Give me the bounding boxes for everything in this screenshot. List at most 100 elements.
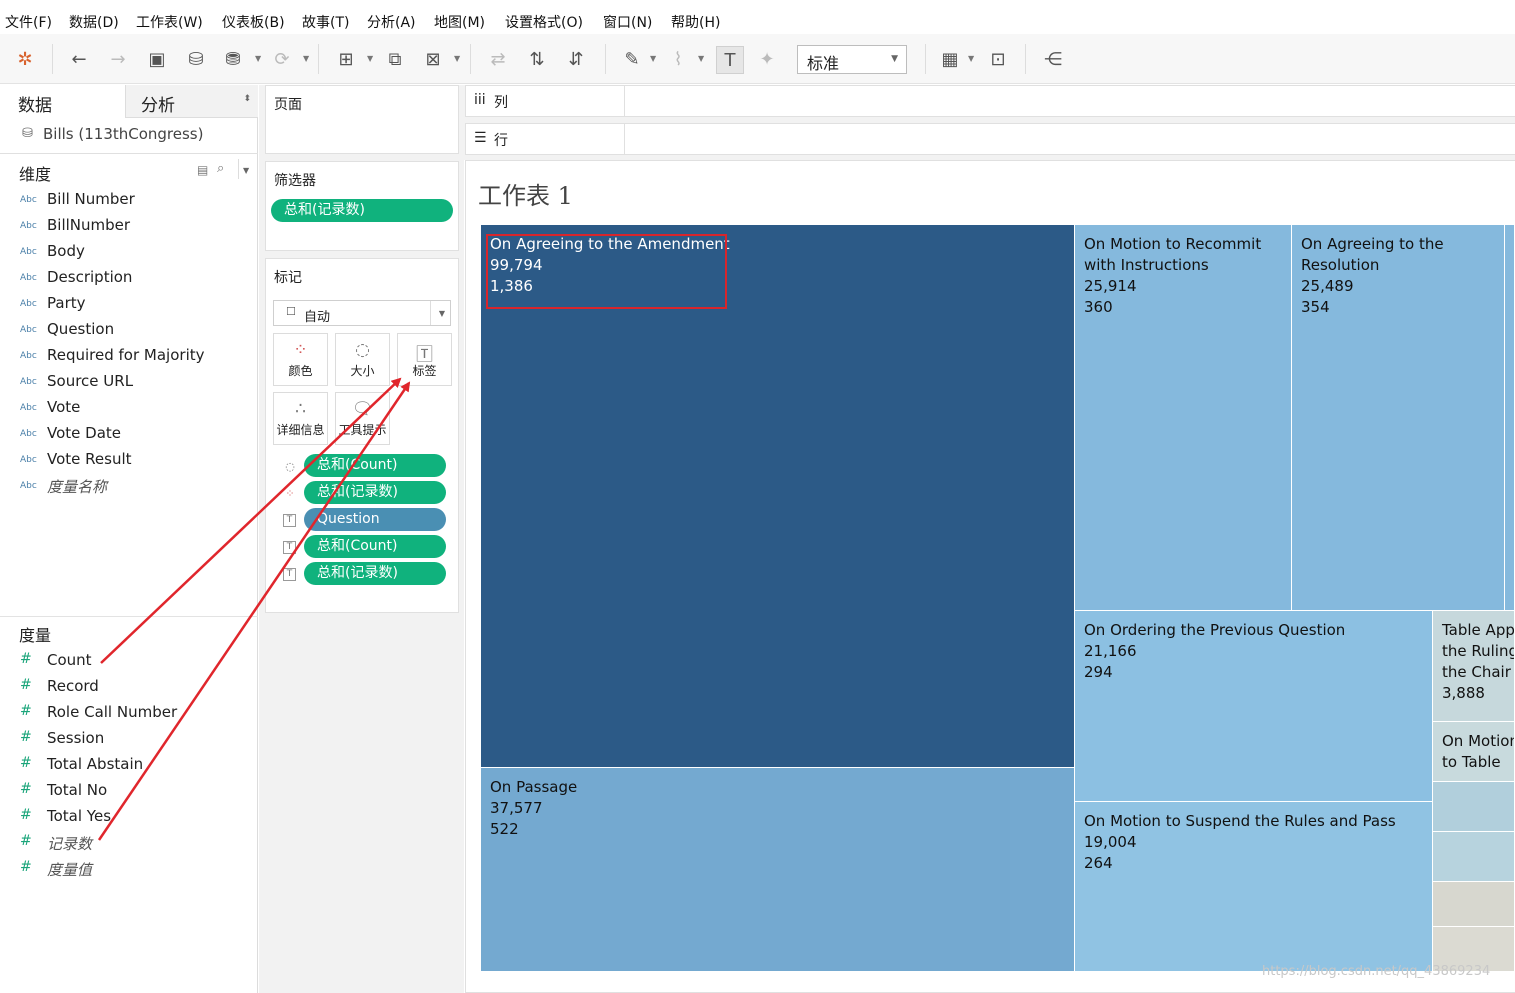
menu-window[interactable]: 窗口(N) <box>603 12 652 32</box>
toolbar: ✲ ← → ▣ ⛁ ⛃ ▼ ⟳ ▼ ⊞ ▼ ⧉ ⊠ ▼ ⇄ ⇅ ⇵ ✎ ▼ ⌇ … <box>0 34 1515 84</box>
label-icon: T <box>283 568 296 581</box>
string-type-icon: Abc <box>20 429 37 439</box>
label-label: 标签 <box>412 364 437 378</box>
treemap-tile[interactable]: On Motion to Recommit with Instructions 2… <box>1075 225 1292 611</box>
fix-axes-icon[interactable]: ✦ <box>754 46 780 72</box>
menu-file[interactable]: 文件(F) <box>5 12 52 32</box>
string-type-icon: Abc <box>20 377 37 387</box>
color-icon: ⁘ <box>285 487 295 500</box>
field-name: Role Call Number <box>47 703 178 721</box>
number-type-icon: # <box>20 755 32 771</box>
treemap-tile[interactable]: On Ordering the Previous Question 21,166 2… <box>1075 611 1433 802</box>
treemap-tile-small[interactable] <box>1433 782 1515 832</box>
size-circles-icon: ◌ <box>355 340 370 360</box>
swap-icon[interactable]: ⇄ <box>485 46 511 72</box>
square-icon: ☐ <box>286 305 296 318</box>
rows-shelf[interactable]: ☰ 行 <box>465 123 1515 155</box>
measures-title: 度量 <box>19 626 52 645</box>
tab-data-label: 数据 <box>18 96 52 116</box>
marks-pill-label-question[interactable]: Question <box>304 508 446 531</box>
treemap-tile[interactable]: Table Appeal of the Ruling of the Chair 3… <box>1433 611 1515 722</box>
sort-ascending-icon[interactable]: ⇅ <box>524 46 550 72</box>
duplicate-sheet-icon[interactable]: ⧉ <box>382 46 408 72</box>
tile-count: 21,166 <box>1084 642 1137 660</box>
marks-pill-label-count[interactable]: 总和(Count) <box>304 535 446 558</box>
marks-pill-label-records[interactable]: 总和(记录数) <box>304 562 446 585</box>
menu-bar: 文件(F) 数据(D) 工作表(W) 仪表板(B) 故事(T) 分析(A) 地图… <box>0 0 1515 34</box>
treemap-tile[interactable]: On Motion to Table <box>1433 722 1515 782</box>
string-type-icon: Abc <box>20 273 37 283</box>
share-icon[interactable]: ⋲ <box>1040 46 1066 72</box>
menu-worksheet[interactable]: 工作表(W) <box>136 12 203 32</box>
columns-shelf[interactable]: iii 列 <box>465 85 1515 117</box>
datasource-icon: ⛁ <box>22 126 33 141</box>
marks-pill-color-records[interactable]: 总和(记录数) <box>304 481 446 504</box>
text-label-icon: 🅃 <box>416 345 433 365</box>
tableau-logo-icon[interactable]: ✲ <box>12 46 38 72</box>
marks-label-button[interactable]: 🅃 标签 <box>397 333 452 386</box>
marks-pill-size-count[interactable]: 总和(Count) <box>304 454 446 477</box>
menu-story[interactable]: 故事(T) <box>302 12 349 32</box>
field-name: Required for Majority <box>47 346 205 364</box>
tile-records: 354 <box>1301 298 1330 316</box>
redo-icon[interactable]: → <box>105 46 131 72</box>
sort-descending-icon[interactable]: ⇵ <box>563 46 589 72</box>
clear-sheet-icon[interactable]: ⊠ <box>420 46 446 72</box>
presentation-icon[interactable]: ⊡ <box>985 46 1011 72</box>
columns-label: 列 <box>494 95 508 111</box>
number-type-icon: # <box>20 651 32 667</box>
pages-card[interactable]: 页面 <box>265 85 459 154</box>
columns-icon: iii <box>474 92 486 108</box>
datasource-name: Bills (113thCongress) <box>43 125 204 143</box>
menu-map[interactable]: 地图(M) <box>434 12 485 32</box>
tab-analysis[interactable]: 分析 ⬍ <box>125 85 258 118</box>
detail-label: 详细信息 <box>276 423 325 437</box>
mark-type-select[interactable]: ☐ 自动 ▼ <box>273 300 451 326</box>
undo-icon[interactable]: ← <box>66 46 92 72</box>
highlight-icon[interactable]: ✎ <box>619 46 645 72</box>
treemap-tile[interactable]: On Motion to Suspend the Rules and Pass 1… <box>1075 802 1433 972</box>
string-type-icon: Abc <box>20 325 37 335</box>
save-icon[interactable]: ▣ <box>144 46 170 72</box>
group-icon[interactable]: ⌇ <box>665 46 691 72</box>
dim-menu-chevron-icon[interactable]: ▼ <box>243 166 249 175</box>
datasource-row[interactable]: ⛁ Bills (113thCongress) <box>0 118 258 154</box>
chevron-updown-icon: ⬍ <box>243 94 251 104</box>
pause-updates-icon[interactable]: ⛃ <box>220 46 246 72</box>
menu-format[interactable]: 设置格式(O) <box>505 12 583 32</box>
new-worksheet-icon[interactable]: ⊞ <box>333 46 359 72</box>
menu-analysis[interactable]: 分析(A) <box>367 12 416 32</box>
tile-label: On Ordering the Previous Question <box>1084 621 1346 639</box>
menu-data[interactable]: 数据(D) <box>69 12 119 32</box>
treemap-tile[interactable]: On Agreeing to the Resolution 25,489 354 <box>1292 225 1505 611</box>
number-type-icon: # <box>20 781 32 797</box>
filter-pill-record-count[interactable]: 总和(记录数) <box>271 199 453 222</box>
field-name: Vote <box>47 398 81 416</box>
size-label: 大小 <box>350 364 375 378</box>
treemap-tile-small[interactable] <box>1433 882 1515 927</box>
number-type-icon: # <box>20 677 32 693</box>
menu-dashboard[interactable]: 仪表板(B) <box>222 12 285 32</box>
marks-size-button[interactable]: ◌ 大小 <box>335 333 390 386</box>
refresh-icon[interactable]: ⟳ <box>269 46 295 72</box>
new-datasource-icon[interactable]: ⛁ <box>183 46 209 72</box>
menu-help[interactable]: 帮助(H) <box>671 12 720 32</box>
fit-select-value: 标准 <box>807 54 840 73</box>
treemap-tile-small[interactable] <box>1433 832 1515 882</box>
marks-detail-button[interactable]: ∴ 详细信息 <box>273 392 328 445</box>
show-labels-icon[interactable]: T <box>716 46 744 74</box>
view-list-icon[interactable]: ▤ <box>197 163 208 177</box>
show-cards-icon[interactable]: ▦ <box>937 46 963 72</box>
string-type-icon: Abc <box>20 221 37 231</box>
field-name: Body <box>47 242 85 260</box>
marks-color-button[interactable]: ⁘ 颜色 <box>273 333 328 386</box>
treemap-tile-clipped[interactable] <box>1505 225 1515 611</box>
search-icon[interactable]: ⌕ <box>217 161 224 176</box>
marks-tooltip-button[interactable]: 🗨 工具提示 <box>335 392 390 445</box>
tab-data[interactable]: 数据 <box>0 85 124 118</box>
fit-select[interactable]: 标准 ▼ <box>797 45 907 74</box>
pages-title: 页面 <box>274 97 302 113</box>
size-icon: ◌ <box>285 460 295 473</box>
treemap-tile[interactable]: On Passage 37,577 522 <box>481 768 1075 972</box>
tile-label: On Motion to Table <box>1442 732 1515 771</box>
